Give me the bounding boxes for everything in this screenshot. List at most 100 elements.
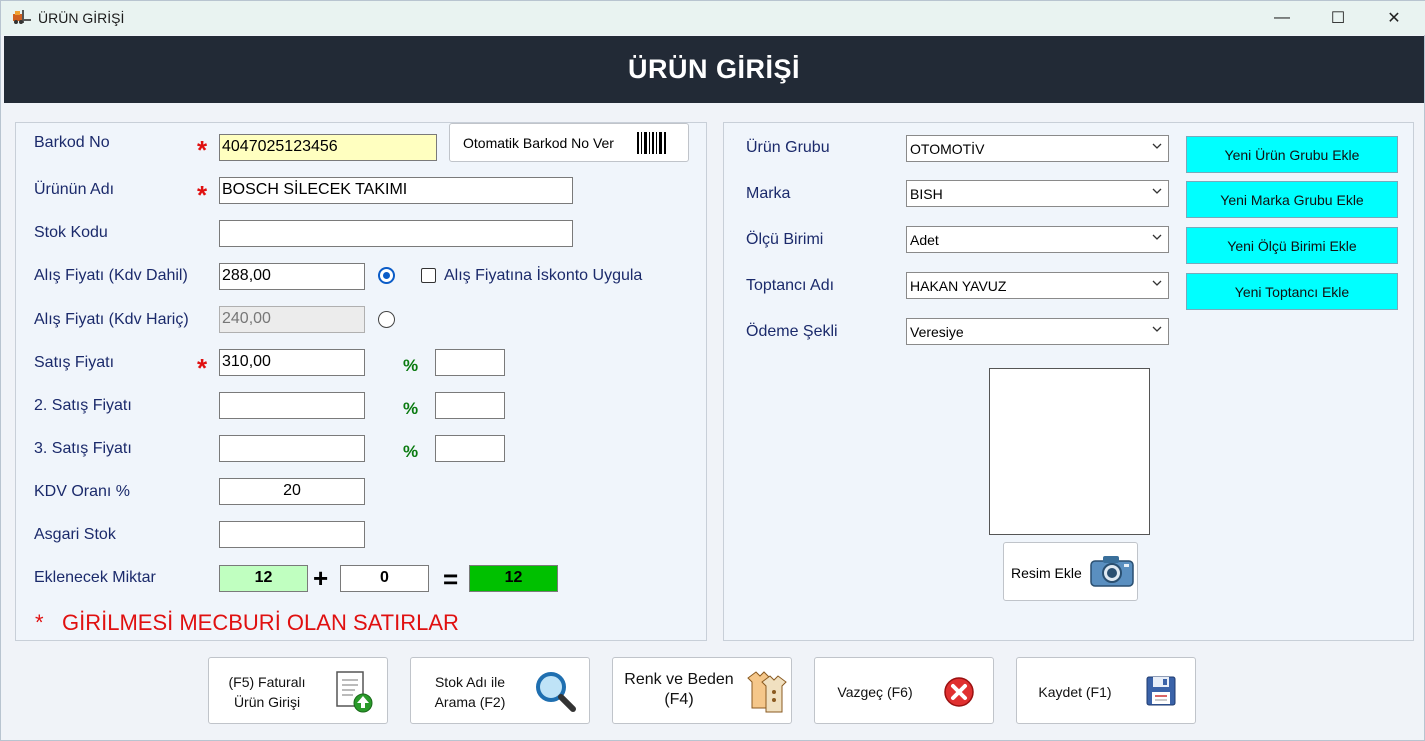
sale-price-label: Satış Fiyatı	[34, 354, 115, 371]
forklift-icon	[13, 10, 31, 24]
required-marker: *	[197, 180, 208, 210]
save-button[interactable]: Kaydet (F1)	[1016, 657, 1196, 724]
payment-method-label: Ödeme Şekli	[746, 323, 838, 340]
supplier-select[interactable]: HAKAN YAVUZ	[906, 272, 1169, 299]
unit-label: Ölçü Birimi	[746, 231, 824, 248]
chevron-down-icon	[1152, 188, 1162, 194]
search-icon	[536, 672, 576, 712]
percent-label: %	[403, 399, 419, 418]
chevron-down-icon	[1152, 280, 1162, 286]
maximize-button[interactable]: ☐	[1310, 1, 1366, 35]
stock-code-label: Stok Kodu	[34, 224, 108, 241]
sale-price-input[interactable]: 310,00	[219, 349, 365, 376]
required-note-star: *	[35, 610, 44, 635]
color-size-label-line1: Renk ve Beden	[624, 671, 734, 688]
window-title: ÜRÜN GİRİŞİ	[38, 10, 125, 26]
supplier-label: Toptancı Adı	[746, 277, 835, 294]
invoice-upload-icon	[336, 671, 373, 713]
close-button[interactable]: ✕	[1366, 1, 1422, 35]
sale-price-3-label: 3. Satış Fiyatı	[34, 440, 132, 457]
brand-label: Marka	[746, 185, 791, 202]
required-note: GİRİLMESİ MECBURİ OLAN SATIRLAR	[62, 610, 459, 635]
payment-method-value: Veresiye	[910, 324, 964, 340]
min-stock-label: Asgari Stok	[34, 526, 116, 543]
total-quantity-field: 12	[469, 565, 558, 592]
sale-percent-input[interactable]	[435, 349, 505, 376]
product-image-box	[989, 368, 1150, 535]
plus-sign: +	[313, 563, 329, 593]
auto-barcode-button-label: Otomatik Barkod No Ver	[463, 134, 614, 151]
close-icon: ✕	[1387, 10, 1401, 27]
add-quantity-label: Eklenecek Miktar	[34, 569, 156, 586]
barcode-input[interactable]: 4047025123456	[219, 134, 437, 161]
minimize-icon: —	[1274, 9, 1290, 26]
camera-icon	[1090, 556, 1134, 587]
percent-label: %	[403, 356, 419, 375]
unit-select[interactable]: Adet	[906, 226, 1169, 253]
add-image-button-label: Resim Ekle	[1011, 565, 1082, 581]
vat-rate-label: KDV Oranı %	[34, 483, 131, 500]
sale-price-2-input[interactable]	[219, 392, 365, 419]
add-image-button[interactable]: Resim Ekle	[1003, 542, 1138, 601]
min-stock-input[interactable]	[219, 521, 365, 548]
chevron-down-icon	[1152, 326, 1162, 332]
discount-checkbox-label: Alış Fiyatına İskonto Uygula	[444, 267, 643, 284]
brand-select[interactable]: BISH	[906, 180, 1169, 207]
new-unit-button[interactable]: Yeni Ölçü Birimi Ekle	[1186, 227, 1398, 264]
buy-price-excl-label: Alış Fiyatı (Kdv Hariç)	[34, 311, 189, 328]
search-label-line2: Arama (F2)	[434, 694, 506, 710]
clothing-icon	[747, 671, 787, 713]
sale-price-2-label: 2. Satış Fiyatı	[34, 397, 132, 414]
color-size-button[interactable]: Renk ve Beden (F4)	[612, 657, 792, 724]
product-entry-window: ÜRÜN GİRİŞİ — ☐ ✕ ÜRÜN GİRİŞİ Barkod No …	[0, 0, 1425, 741]
cancel-icon	[944, 677, 974, 707]
product-group-value: OTOMOTİV	[910, 141, 985, 157]
invoice-entry-button[interactable]: (F5) Faturalı Ürün Girişi	[208, 657, 388, 724]
cancel-button[interactable]: Vazgeç (F6)	[814, 657, 994, 724]
page-title: ÜRÜN GİRİŞİ	[627, 54, 800, 84]
title-bar: ÜRÜN GİRİŞİ — ☐ ✕	[1, 1, 1425, 35]
product-name-input[interactable]: BOSCH SİLECEK TAKIMI	[219, 177, 573, 204]
page-header: ÜRÜN GİRİŞİ	[4, 36, 1424, 103]
color-size-label-line2: (F4)	[664, 691, 694, 708]
auto-barcode-button[interactable]: Otomatik Barkod No Ver	[449, 123, 689, 162]
sale-price-3-input[interactable]	[219, 435, 365, 462]
unit-value: Adet	[910, 232, 939, 248]
sale-3-percent-input[interactable]	[435, 435, 505, 462]
product-group-select[interactable]: OTOMOTİV	[906, 135, 1169, 162]
barcode-label: Barkod No	[34, 134, 110, 151]
search-label-line1: Stok Adı ile	[434, 674, 506, 690]
invoice-entry-label-line1: (F5) Faturalı	[228, 674, 306, 690]
new-brand-button[interactable]: Yeni Marka Grubu Ekle	[1186, 181, 1398, 218]
vat-rate-input[interactable]: 20	[219, 478, 365, 505]
required-marker: *	[197, 353, 208, 383]
supplier-value: HAKAN YAVUZ	[910, 278, 1007, 294]
maximize-icon: ☐	[1330, 10, 1346, 27]
buy-price-incl-input[interactable]: 288,00	[219, 263, 365, 290]
new-product-group-button[interactable]: Yeni Ürün Grubu Ekle	[1186, 136, 1398, 173]
cancel-button-label: Vazgeç (F6)	[837, 684, 913, 700]
new-supplier-button[interactable]: Yeni Toptancı Ekle	[1186, 273, 1398, 310]
add-quantity-input[interactable]: 0	[340, 565, 429, 592]
brand-value: BISH	[910, 186, 943, 202]
buy-price-incl-radio[interactable]	[378, 267, 395, 284]
discount-checkbox[interactable]	[421, 268, 436, 283]
stock-code-input[interactable]	[219, 220, 573, 247]
invoice-entry-label-line2: Ürün Girişi	[233, 694, 301, 710]
product-group-label: Ürün Grubu	[746, 139, 830, 156]
barcode-icon	[636, 131, 668, 155]
sale-2-percent-input[interactable]	[435, 392, 505, 419]
payment-method-select[interactable]: Veresiye	[906, 318, 1169, 345]
product-name-label: Ürünün Adı	[34, 181, 115, 198]
percent-label: %	[403, 442, 419, 461]
minimize-button[interactable]: —	[1254, 1, 1310, 35]
search-by-stock-name-button[interactable]: Stok Adı ile Arama (F2)	[410, 657, 590, 724]
save-button-label: Kaydet (F1)	[1038, 684, 1112, 700]
buy-price-excl-radio[interactable]	[378, 311, 395, 328]
required-marker: *	[197, 135, 208, 165]
chevron-down-icon	[1152, 143, 1162, 149]
save-icon	[1146, 676, 1176, 706]
buy-price-incl-label: Alış Fiyatı (Kdv Dahil)	[34, 267, 188, 284]
buy-price-excl-input[interactable]: 240,00	[219, 306, 365, 333]
chevron-down-icon	[1152, 234, 1162, 240]
